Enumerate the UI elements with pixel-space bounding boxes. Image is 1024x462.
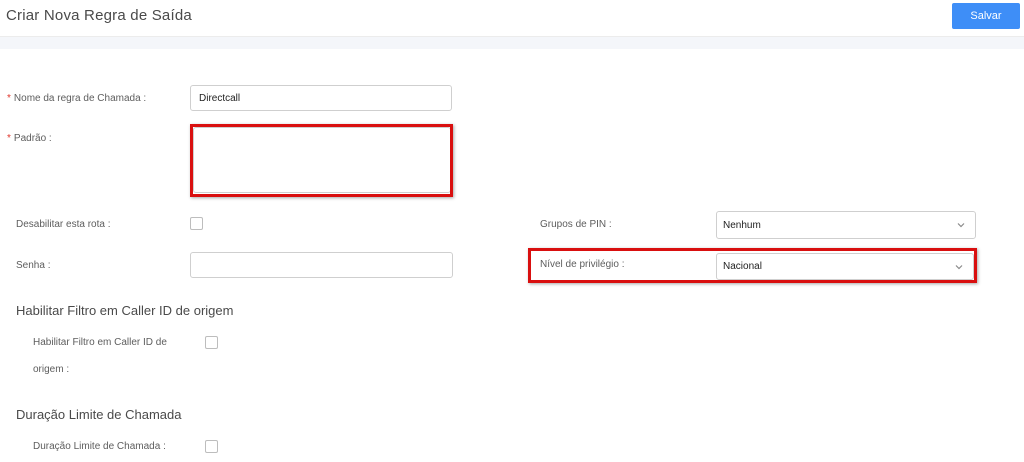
- privilege-level-highlight-box: [528, 248, 977, 283]
- call-duration-limit-label: Duração Limite de Chamada :: [33, 441, 166, 452]
- pattern-label: * Padrão :: [7, 133, 52, 144]
- header-divider-band: [0, 37, 1024, 49]
- pin-groups-select[interactable]: Nenhum: [716, 211, 976, 239]
- rule-name-input[interactable]: Directcall: [190, 85, 452, 111]
- pattern-highlight-box: [190, 124, 453, 197]
- pattern-label-text: Padrão :: [13, 133, 52, 144]
- page-header: Criar Nova Regra de Saída Salvar: [0, 0, 1024, 37]
- disable-route-label: Desabilitar esta rota :: [16, 219, 111, 230]
- rule-name-label: * Nome da regra de Chamada :: [7, 93, 146, 104]
- call-duration-limit-checkbox[interactable]: [205, 440, 218, 453]
- page-title: Criar Nova Regra de Saída: [6, 7, 192, 24]
- caller-id-filter-label-line2: origem :: [33, 364, 70, 375]
- disable-route-checkbox[interactable]: [190, 217, 203, 230]
- save-button[interactable]: Salvar: [952, 3, 1020, 29]
- caller-id-filter-label-line1: Habilitar Filtro em Caller ID de: [33, 337, 167, 348]
- call-duration-limit-section-title: Duração Limite de Chamada: [16, 407, 182, 422]
- pin-groups-value: Nenhum: [723, 219, 761, 231]
- required-mark: *: [7, 133, 11, 144]
- caller-id-filter-section-title: Habilitar Filtro em Caller ID de origem: [16, 303, 234, 318]
- rule-name-value: Directcall: [199, 92, 241, 104]
- chevron-down-icon: [957, 223, 965, 228]
- caller-id-filter-checkbox[interactable]: [205, 336, 218, 349]
- password-label: Senha :: [16, 260, 51, 271]
- password-input[interactable]: [190, 252, 453, 278]
- required-mark: *: [7, 93, 11, 104]
- rule-name-label-text: Nome da regra de Chamada :: [13, 93, 147, 104]
- pin-groups-label: Grupos de PIN :: [540, 219, 612, 230]
